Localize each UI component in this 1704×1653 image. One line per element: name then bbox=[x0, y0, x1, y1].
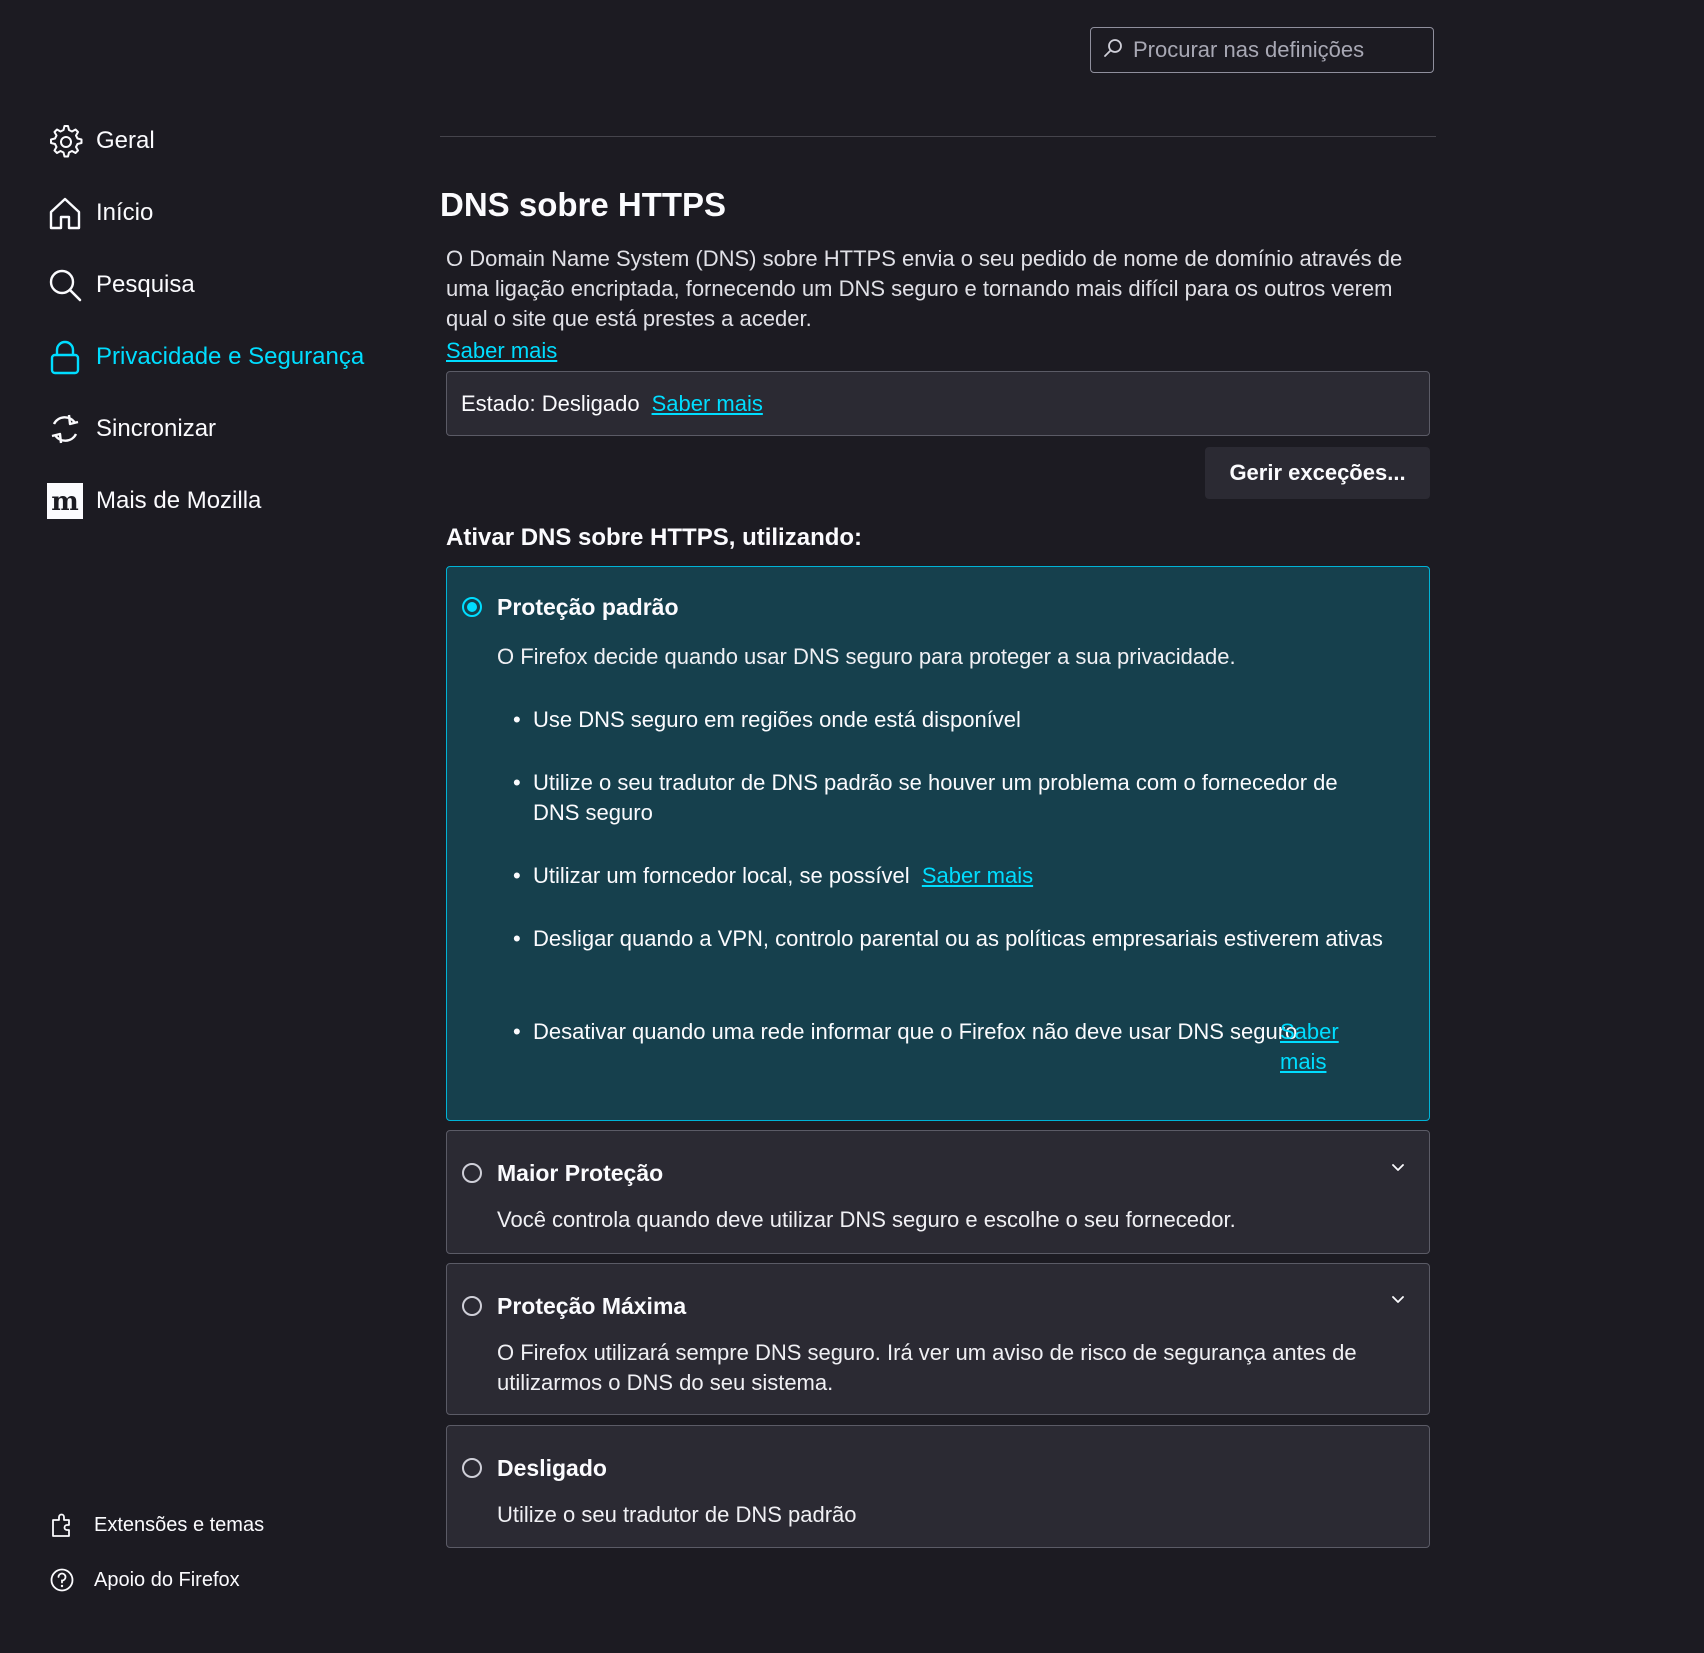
sidebar-item-label: Privacidade e Segurança bbox=[96, 343, 365, 370]
sidebar-item-label: Geral bbox=[96, 127, 155, 154]
radio-increased-protection[interactable] bbox=[462, 1163, 482, 1183]
mozilla-icon: m bbox=[46, 482, 84, 520]
option-description: Você controla quando deve utilizar DNS s… bbox=[497, 1207, 1236, 1232]
sidebar-item-label: Mais de Mozilla bbox=[96, 487, 262, 514]
option-title: Proteção Máxima bbox=[497, 1293, 687, 1319]
bullet-text: Utilize o seu tradutor de DNS padrão se … bbox=[533, 770, 1338, 825]
status-text: Estado: Desligado bbox=[461, 390, 640, 416]
settings-page: Geral Início Pesquisa Privacidade e Segu… bbox=[0, 0, 1704, 1653]
sidebar-item-privacy[interactable]: Privacidade e Segurança bbox=[46, 337, 364, 377]
option-title: Proteção padrão bbox=[497, 594, 679, 620]
sidebar-item-label: Sincronizar bbox=[96, 415, 217, 442]
list-item: Desligar quando a VPN, controlo parental… bbox=[513, 924, 1383, 954]
chevron-down-icon[interactable] bbox=[1389, 1159, 1407, 1177]
option-description: O Firefox utilizará sempre DNS seguro. I… bbox=[497, 1340, 1357, 1395]
sidebar-support-link[interactable]: Apoio do Firefox bbox=[48, 1563, 240, 1597]
gear-icon bbox=[46, 122, 84, 160]
bullet-text: Desativar quando uma rede informar que o… bbox=[533, 1019, 1298, 1044]
bullet-learn-more-link[interactable]: Saber mais bbox=[922, 863, 1033, 888]
bullet-text: Desligar quando a VPN, controlo parental… bbox=[533, 926, 1383, 951]
radio-default-protection[interactable] bbox=[462, 597, 482, 617]
enable-heading: Ativar DNS sobre HTTPS, utilizando: bbox=[446, 524, 863, 551]
sync-icon bbox=[46, 410, 84, 448]
list-item: Desativar quando uma rede informar que o… bbox=[513, 1017, 1303, 1047]
bullet-learn-more-link[interactable]: Saber mais bbox=[1280, 1017, 1350, 1077]
option-title: Desligado bbox=[497, 1455, 607, 1481]
option-description: Utilize o seu tradutor de DNS padrão bbox=[497, 1502, 857, 1527]
sidebar-item-home[interactable]: Início bbox=[46, 193, 153, 233]
sidebar-item-sync[interactable]: Sincronizar bbox=[46, 409, 216, 449]
option-increased-protection[interactable]: Maior Proteção Você controla quando deve… bbox=[446, 1130, 1430, 1254]
search-icon bbox=[1103, 38, 1123, 63]
bullet-text: Use DNS seguro em regiões onde está disp… bbox=[533, 707, 1021, 732]
sidebar-item-general[interactable]: Geral bbox=[46, 121, 155, 161]
bullet-text: Utilizar um forncedor local, se possível bbox=[533, 863, 910, 888]
chevron-down-icon[interactable] bbox=[1389, 1291, 1407, 1309]
manage-exceptions-button[interactable]: Gerir exceções... bbox=[1205, 447, 1430, 499]
home-icon bbox=[46, 194, 84, 232]
search-input[interactable] bbox=[1131, 36, 1425, 64]
section-description: O Domain Name System (DNS) sobre HTTPS e… bbox=[446, 246, 1403, 331]
radio-max-protection[interactable] bbox=[462, 1296, 482, 1316]
option-default-protection[interactable]: Proteção padrão O Firefox decide quando … bbox=[446, 566, 1430, 1121]
puzzle-icon bbox=[48, 1511, 76, 1539]
search-box[interactable] bbox=[1090, 27, 1434, 73]
list-item: Utilizar um forncedor local, se possível… bbox=[513, 861, 1383, 891]
learn-more-link[interactable]: Saber mais bbox=[446, 338, 557, 364]
search-icon bbox=[46, 266, 84, 304]
lock-icon bbox=[46, 338, 84, 376]
status-box: Estado: Desligado Saber mais bbox=[446, 371, 1430, 436]
option-description: O Firefox decide quando usar DNS seguro … bbox=[497, 644, 1236, 669]
sidebar-footer-label: Apoio do Firefox bbox=[94, 1568, 240, 1591]
list-item: Use DNS seguro em regiões onde está disp… bbox=[513, 705, 1383, 735]
list-item: Utilize o seu tradutor de DNS padrão se … bbox=[513, 768, 1383, 828]
status-learn-more-link[interactable]: Saber mais bbox=[652, 391, 763, 417]
option-off[interactable]: Desligado Utilize o seu tradutor de DNS … bbox=[446, 1425, 1430, 1548]
section-title: DNS sobre HTTPS bbox=[440, 186, 727, 223]
sidebar-extensions-link[interactable]: Extensões e temas bbox=[48, 1508, 264, 1542]
sidebar-item-label: Pesquisa bbox=[96, 271, 195, 298]
sidebar-item-search[interactable]: Pesquisa bbox=[46, 265, 195, 305]
option-title: Maior Proteção bbox=[497, 1160, 664, 1186]
divider bbox=[440, 136, 1436, 137]
help-icon bbox=[48, 1566, 76, 1594]
svg-text:m: m bbox=[51, 487, 79, 517]
sidebar-item-label: Início bbox=[96, 199, 154, 226]
option-max-protection[interactable]: Proteção Máxima O Firefox utilizará semp… bbox=[446, 1263, 1430, 1415]
sidebar-item-mozilla[interactable]: m Mais de Mozilla bbox=[46, 481, 261, 521]
sidebar-footer-label: Extensões e temas bbox=[94, 1513, 265, 1536]
radio-off[interactable] bbox=[462, 1458, 482, 1478]
